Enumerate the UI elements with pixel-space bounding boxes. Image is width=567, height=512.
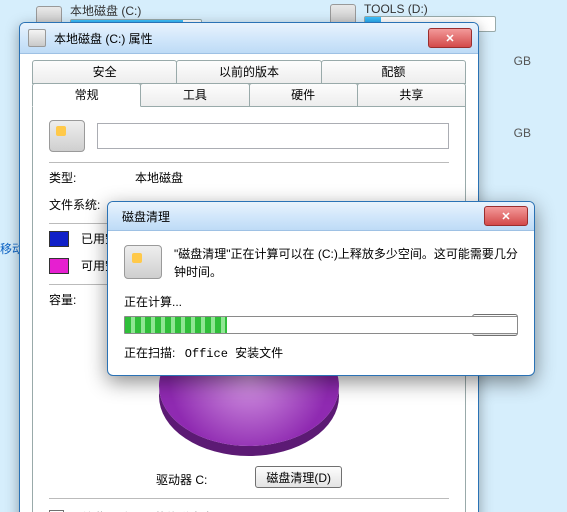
bg-drive-d-label: TOOLS (D:) [364,2,496,16]
bg-size-c: GB [514,54,531,68]
volume-name-input[interactable] [97,123,449,149]
type-value: 本地磁盘 [135,169,183,186]
tab-security[interactable]: 安全 [32,60,177,84]
drive-icon [28,29,46,47]
used-swatch [49,231,69,247]
disk-cleanup-button[interactable]: 磁盘清理(D) [255,466,342,488]
bg-size-d: GB [514,126,531,140]
properties-titlebar[interactable]: 本地磁盘 (C:) 属性 ✕ [20,23,478,54]
properties-title: 本地磁盘 (C:) 属性 [54,30,420,47]
cleanup-progress [124,316,518,334]
tab-previous-versions[interactable]: 以前的版本 [176,60,321,84]
cleanup-titlebar[interactable]: 磁盘清理 ✕ [108,202,534,231]
tab-hardware[interactable]: 硬件 [249,83,358,107]
cleanup-icon [124,245,162,279]
scanning-label: 正在扫描: [124,346,175,360]
free-swatch [49,258,69,274]
tab-tools[interactable]: 工具 [140,83,249,107]
close-icon[interactable]: ✕ [484,206,528,226]
cleanup-message: "磁盘清理"正在计算可以在 (C:)上释放多少空间。这可能需要几分钟时间。 [174,245,518,281]
drive-letter-label: 驱动器 C: [156,471,207,488]
tab-sharing[interactable]: 共享 [357,83,466,107]
bg-drive-c-label: 本地磁盘 (C:) [70,2,202,19]
tab-quota[interactable]: 配额 [321,60,466,84]
scanning-value: Office 安装文件 [185,347,283,361]
drive-icon [49,120,85,152]
close-icon[interactable]: ✕ [428,28,472,48]
type-label: 类型: [49,169,123,186]
cleanup-title: 磁盘清理 [116,208,476,225]
calculating-label: 正在计算... [124,293,518,310]
tab-general[interactable]: 常规 [32,83,141,107]
disk-cleanup-dialog: 磁盘清理 ✕ "磁盘清理"正在计算可以在 (C:)上释放多少空间。这可能需要几分… [107,201,535,376]
